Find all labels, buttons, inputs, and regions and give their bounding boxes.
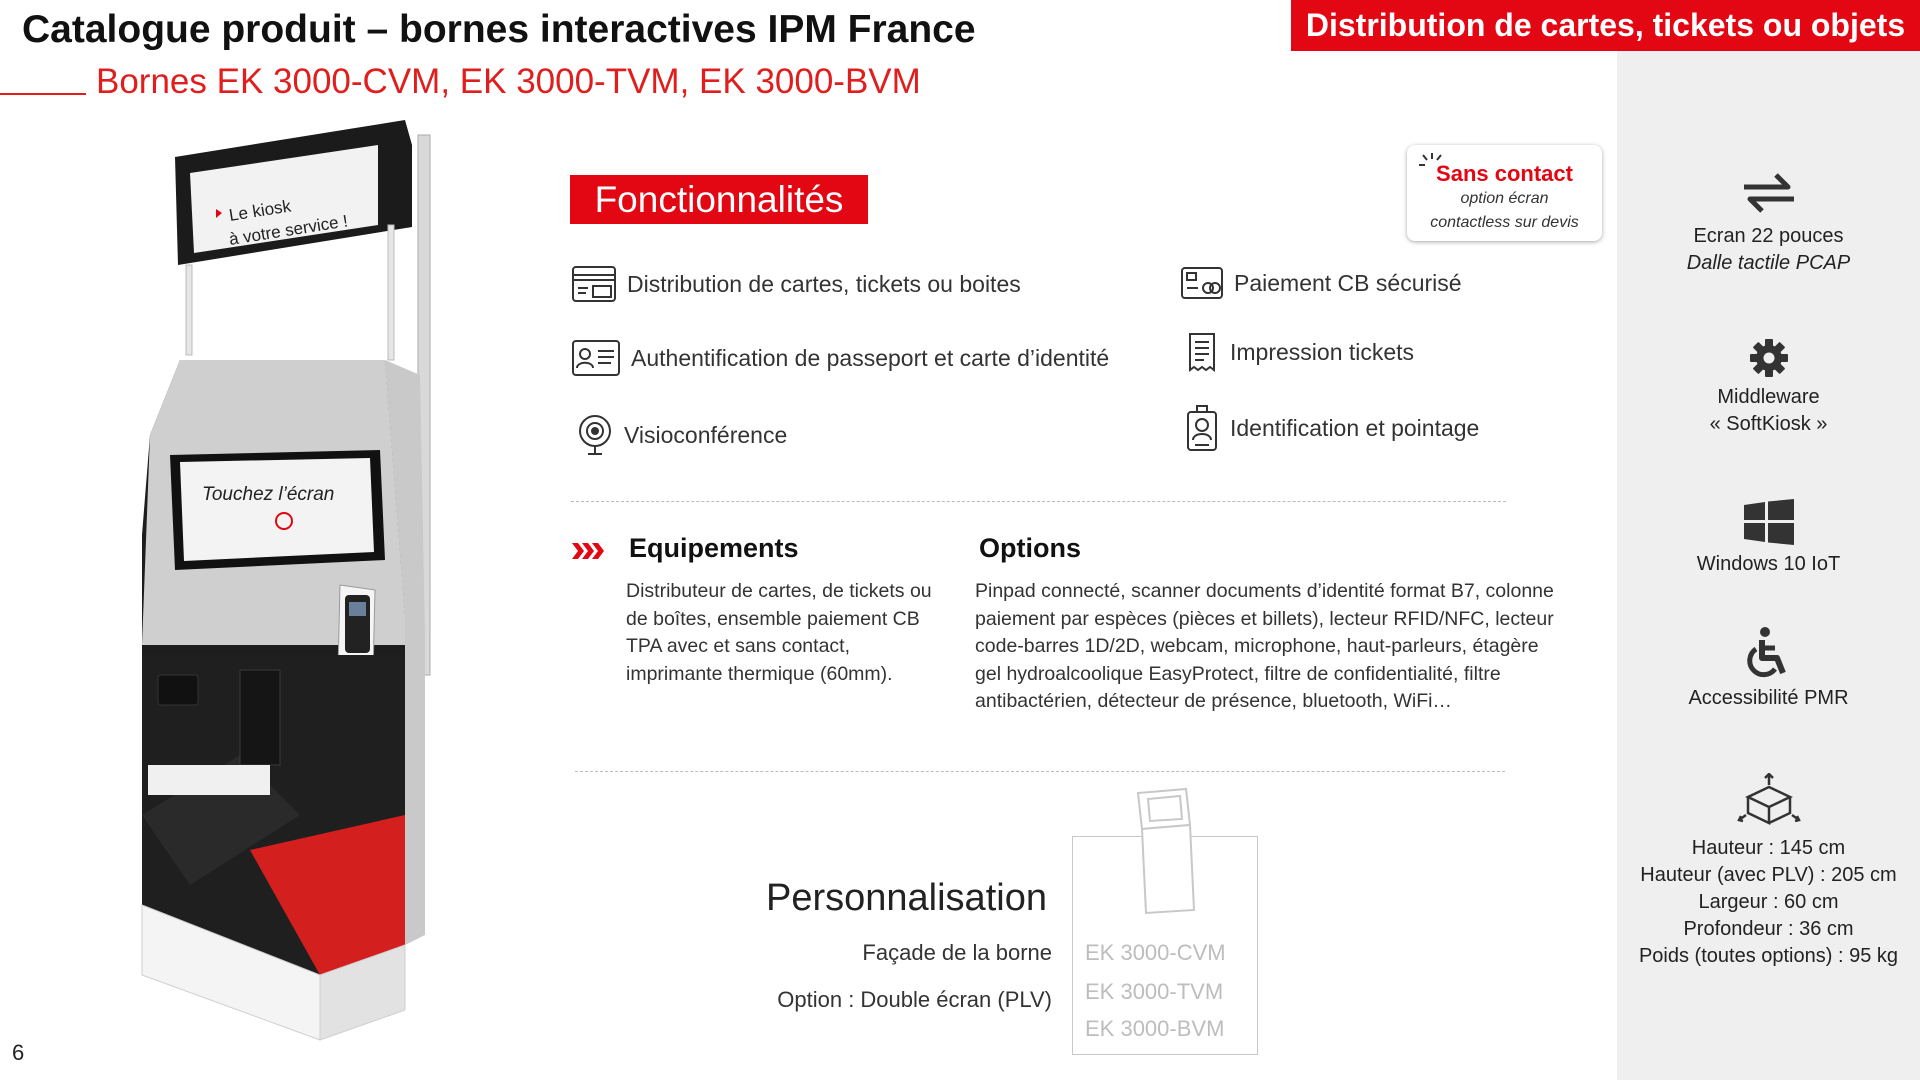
webcam-icon (579, 415, 611, 455)
spec-middleware-line2: « SoftKiosk » (1709, 413, 1828, 435)
kiosk-illustration: Le kiosk à votre service ! Touchez l’écr… (141, 120, 431, 1041)
feature-visio: Visioconférence (576, 413, 787, 457)
feature-identification: Identification et pointage (1184, 404, 1479, 452)
id-card-icon (572, 340, 620, 376)
spec-dim-depth: Profondeur : 36 cm (1683, 918, 1854, 940)
dimensions-box-icon (1736, 773, 1801, 825)
credit-card-icon (1181, 267, 1223, 299)
spec-os: Windows 10 IoT (1617, 499, 1920, 578)
gear-icon (1749, 339, 1788, 377)
feature-passport-auth-label: Authentification de passeport et carte d… (631, 344, 1110, 371)
feature-card-distribution: Distribution de cartes, tickets ou boite… (571, 264, 1021, 304)
divider-bottom (575, 771, 1505, 772)
spec-middleware-line1: Middleware (1717, 386, 1820, 408)
page-subtitle: Bornes EK 3000-CVM, EK 3000-TVM, EK 3000… (96, 62, 921, 101)
feature-ticket-printing: Impression tickets (1184, 332, 1414, 372)
spec-dim-height-plv: Hauteur (avec PLV) : 205 cm (1640, 864, 1897, 886)
features-heading: Fonctionnalités (570, 175, 868, 224)
personnalisation-option: Option : Double écran (PLV) (777, 987, 1052, 1012)
model-tvm: EK 3000-TVM (1085, 979, 1224, 1004)
options-text: Pinpad connecté, scanner documents d’ide… (975, 580, 1554, 712)
swap-arrows-icon (1743, 173, 1794, 213)
chevrons-icon (572, 543, 604, 559)
spec-os-label: Windows 10 IoT (1696, 553, 1841, 575)
feature-identification-label: Identification et pointage (1230, 414, 1480, 441)
model-cvm: EK 3000-CVM (1085, 940, 1226, 965)
contactless-line1: option écran (1460, 190, 1549, 207)
personnalisation-heading: Personnalisation (766, 877, 1047, 919)
personnalisation-facade: Façade de la borne (862, 940, 1052, 965)
spec-middleware: Middleware « SoftKiosk » (1617, 338, 1920, 438)
feature-payment-label: Paiement CB sécurisé (1234, 269, 1462, 296)
badge-icon (1187, 405, 1217, 451)
card-dispenser-icon (572, 266, 616, 302)
windows-logo-icon (1743, 499, 1794, 545)
spec-dim-width: Largeur : 60 cm (1698, 891, 1839, 913)
specs-sidebar: Ecran 22 pouces Dalle tactile PCAP Middl… (1617, 51, 1920, 1080)
feature-ticket-printing-label: Impression tickets (1230, 338, 1415, 365)
feature-visio-label: Visioconférence (624, 421, 788, 448)
divider-top (571, 501, 1506, 502)
equipements-heading: Equipements (629, 533, 799, 563)
page-number: 6 (12, 1040, 25, 1065)
subtitle-rule (0, 93, 86, 95)
spec-accessibility: Accessibilité PMR (1617, 627, 1920, 712)
main-screen (170, 450, 385, 570)
equipements-text: Distributeur de cartes, de tickets ou de… (626, 580, 932, 685)
spec-dim-height: Hauteur : 145 cm (1691, 837, 1846, 859)
contactless-line2: contactless sur devis (1430, 214, 1579, 231)
spec-screen: Ecran 22 pouces Dalle tactile PCAP (1617, 169, 1920, 277)
feature-passport-auth: Authentification de passeport et carte d… (571, 339, 1109, 377)
spec-screen-line2: Dalle tactile PCAP (1686, 252, 1851, 274)
top-screen (175, 120, 412, 265)
kiosk-outline-icon (1136, 787, 1196, 915)
options-heading: Options (979, 533, 1081, 563)
feature-payment: Paiement CB sécurisé (1180, 266, 1462, 300)
category-banner: Distribution de cartes, tickets ou objet… (1291, 0, 1920, 51)
page-title: Catalogue produit – bornes interactives … (22, 8, 976, 51)
receipt-icon (1189, 333, 1215, 372)
spec-dimensions: Hauteur : 145 cm Hauteur (avec PLV) : 20… (1617, 773, 1920, 970)
model-bvm: EK 3000-BVM (1085, 1016, 1225, 1041)
wheelchair-icon (1746, 627, 1786, 678)
spec-accessibility-label: Accessibilité PMR (1688, 687, 1849, 709)
feature-card-distribution-label: Distribution de cartes, tickets ou boite… (627, 270, 1021, 297)
contactless-spark-icon (1419, 153, 1442, 166)
contactless-callout: Sans contact option écran contactless su… (1407, 145, 1602, 241)
spec-dim-weight: Poids (toutes options) : 95 kg (1638, 945, 1899, 967)
main-screen-text: Touchez l’écran (202, 484, 334, 505)
spec-screen-line1: Ecran 22 pouces (1693, 225, 1844, 247)
